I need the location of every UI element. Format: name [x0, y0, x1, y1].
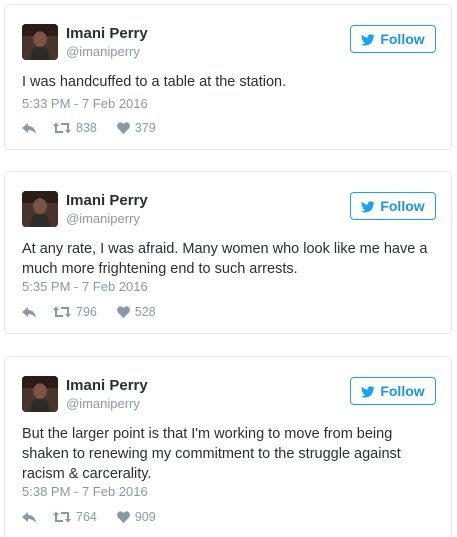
heart-icon	[116, 122, 130, 134]
tweet-timestamp[interactable]: 5:35 PM - 7 Feb 2016	[22, 279, 148, 294]
heart-icon	[116, 306, 130, 318]
reply-icon[interactable]	[22, 122, 37, 134]
author-handle[interactable]: @imaniperry	[66, 211, 140, 226]
like-count: 909	[134, 510, 156, 524]
like-button[interactable]: 379	[116, 121, 156, 135]
avatar[interactable]	[22, 24, 58, 60]
twitter-bird-icon	[361, 200, 376, 213]
retweet-button[interactable]: 764	[53, 510, 97, 524]
like-button[interactable]: 528	[116, 305, 156, 319]
author-name[interactable]: Imani Perry	[66, 377, 148, 394]
tweet-text: At any rate, I was afraid. Many women wh…	[22, 241, 428, 277]
like-button[interactable]: 909	[116, 510, 156, 524]
retweet-count: 764	[76, 510, 97, 524]
retweet-icon	[53, 306, 71, 318]
avatar[interactable]	[22, 191, 58, 227]
tweet-text: I was handcuffed to a table at the stati…	[22, 74, 287, 90]
twitter-bird-icon	[361, 33, 376, 46]
avatar[interactable]	[22, 376, 58, 412]
follow-button[interactable]: Follow	[350, 377, 436, 405]
author-handle[interactable]: @imaniperry	[66, 396, 140, 411]
follow-button[interactable]: Follow	[350, 25, 436, 53]
tweet-card: Imani Perry @imaniperry Follow At any ra…	[4, 171, 452, 334]
tweet-card: Imani Perry @imaniperry Follow I was han…	[4, 4, 452, 150]
retweet-count: 796	[76, 305, 97, 319]
like-count: 528	[134, 305, 156, 319]
tweet-card: Imani Perry @imaniperry Follow But the l…	[4, 356, 452, 537]
tweet-actions: 838 379	[22, 121, 156, 135]
tweet-timestamp[interactable]: 5:33 PM - 7 Feb 2016	[22, 96, 148, 111]
retweet-icon	[53, 122, 71, 134]
follow-button[interactable]: Follow	[350, 192, 436, 220]
retweet-count: 838	[76, 121, 97, 135]
follow-label: Follow	[380, 383, 425, 399]
like-count: 379	[134, 121, 156, 135]
author-name[interactable]: Imani Perry	[66, 25, 148, 42]
twitter-bird-icon	[361, 385, 376, 398]
author-handle[interactable]: @imaniperry	[66, 44, 140, 59]
tweet-actions: 796 528	[22, 305, 156, 319]
heart-icon	[116, 511, 130, 523]
reply-icon[interactable]	[22, 306, 37, 318]
follow-label: Follow	[380, 31, 425, 47]
tweet-timestamp[interactable]: 5:38 PM - 7 Feb 2016	[22, 484, 148, 499]
author-name[interactable]: Imani Perry	[66, 192, 148, 209]
tweet-text: But the larger point is that I'm working…	[22, 426, 401, 482]
retweet-button[interactable]: 796	[53, 305, 97, 319]
retweet-icon	[53, 511, 71, 523]
follow-label: Follow	[380, 198, 425, 214]
tweet-actions: 764 909	[22, 510, 156, 524]
reply-icon[interactable]	[22, 511, 37, 523]
retweet-button[interactable]: 838	[53, 121, 97, 135]
